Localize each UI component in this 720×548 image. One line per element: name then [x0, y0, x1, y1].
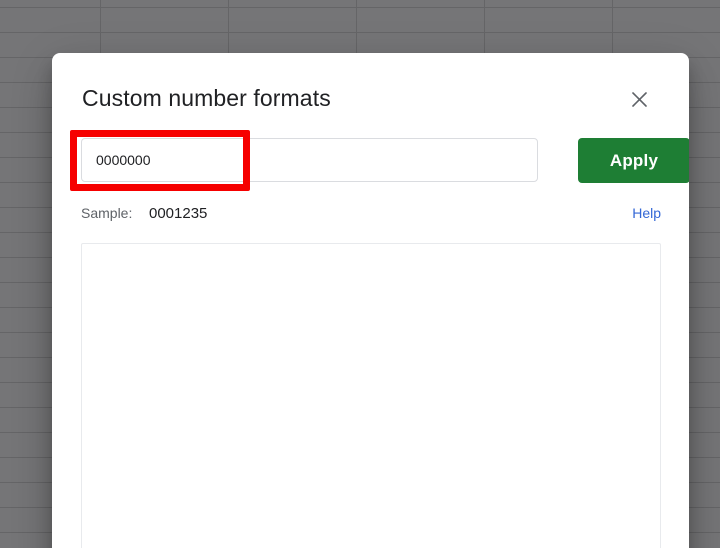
screen: Custom number formats Apply Sample: 0001… [0, 0, 720, 548]
help-link[interactable]: Help [632, 205, 661, 221]
custom-format-input[interactable] [81, 138, 538, 182]
format-input-row: Apply [81, 138, 689, 184]
sample-label: Sample: [81, 205, 133, 221]
format-suggestions-list[interactable] [81, 243, 661, 548]
dialog-header: Custom number formats [52, 53, 689, 123]
sample-value: 0001235 [149, 205, 208, 222]
custom-number-formats-dialog: Custom number formats Apply Sample: 0001… [52, 53, 689, 548]
sample-row: Sample: 0001235 Help [81, 205, 661, 225]
apply-button[interactable]: Apply [578, 138, 689, 183]
close-icon[interactable] [625, 85, 653, 113]
dialog-title: Custom number formats [82, 85, 331, 111]
